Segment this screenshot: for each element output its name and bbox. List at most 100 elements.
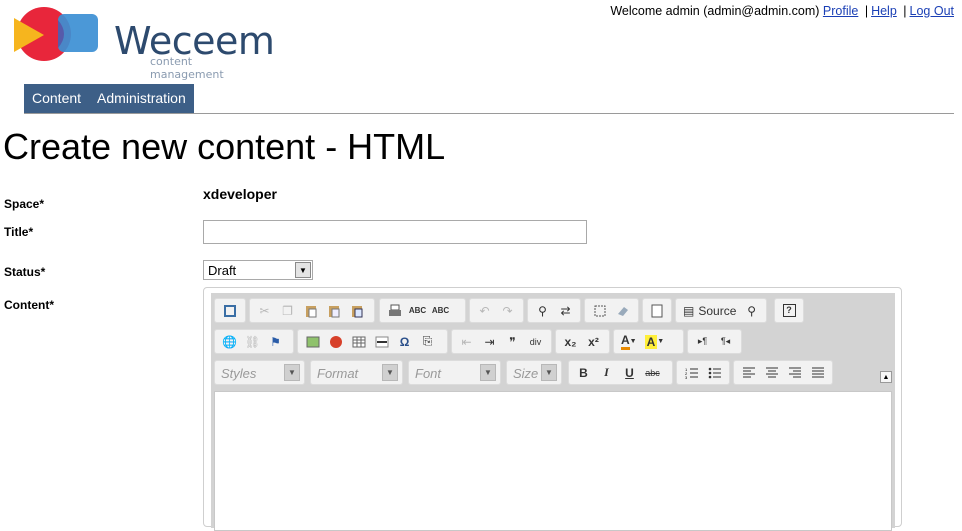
tab-administration[interactable]: Administration bbox=[89, 84, 194, 113]
subscript-icon[interactable]: x₂ bbox=[559, 332, 582, 352]
replace-icon[interactable]: ⇄ bbox=[554, 301, 577, 321]
outdent-icon[interactable]: ⇤ bbox=[455, 332, 478, 352]
bold-icon[interactable]: B bbox=[572, 363, 595, 383]
title-input[interactable] bbox=[203, 220, 587, 244]
rtl-icon[interactable]: ¶◂ bbox=[714, 332, 737, 352]
toolbar-group: ✂ ❐ bbox=[249, 298, 375, 323]
horizontal-rule-icon[interactable] bbox=[370, 332, 393, 352]
toolbar-group: 123 bbox=[676, 360, 730, 385]
align-center-icon[interactable] bbox=[760, 363, 783, 383]
toolbar-group bbox=[733, 360, 833, 385]
toolbar-group: A ▼ A ▼ bbox=[613, 329, 684, 354]
chevron-down-icon[interactable]: ▼ bbox=[541, 364, 557, 381]
help-icon[interactable]: ? bbox=[778, 301, 800, 321]
logout-link[interactable]: Log Out bbox=[910, 4, 954, 18]
status-select[interactable]: Draft ▼ bbox=[203, 260, 313, 280]
copy-icon[interactable]: ❐ bbox=[276, 301, 299, 321]
strikethrough-icon[interactable]: abc bbox=[641, 363, 664, 383]
help-link[interactable]: Help bbox=[871, 4, 897, 18]
align-left-icon[interactable] bbox=[737, 363, 760, 383]
ltr-icon[interactable]: ▸¶ bbox=[691, 332, 714, 352]
size-combo[interactable]: Size ▼ bbox=[506, 360, 562, 385]
remove-format-icon[interactable] bbox=[611, 301, 634, 321]
toolbar-group: ⚲ ⇄ bbox=[527, 298, 581, 323]
underline-icon[interactable]: U bbox=[618, 363, 641, 383]
editor-content-area[interactable] bbox=[214, 391, 892, 531]
find-icon[interactable]: ⚲ bbox=[531, 301, 554, 321]
toolbar-group: ⇤ ⇥ ❞ div bbox=[451, 329, 552, 354]
toolbar-group: ▤ Source ⚲ bbox=[675, 298, 767, 323]
align-right-icon[interactable] bbox=[783, 363, 806, 383]
separator: | bbox=[864, 4, 869, 18]
superscript-icon[interactable]: x² bbox=[582, 332, 605, 352]
logo-mark-icon bbox=[14, 7, 98, 61]
justify-icon[interactable] bbox=[806, 363, 829, 383]
svg-text:3: 3 bbox=[685, 375, 688, 380]
create-div-icon[interactable]: div bbox=[524, 332, 547, 352]
new-page-icon[interactable] bbox=[646, 301, 668, 321]
weceem-logo[interactable]: Weceem content management bbox=[12, 6, 275, 81]
undo-icon[interactable]: ↶ bbox=[473, 301, 496, 321]
background-color-icon[interactable]: A ▼ bbox=[641, 332, 669, 352]
profile-link[interactable]: Profile bbox=[823, 4, 858, 18]
text-color-icon[interactable]: A ▼ bbox=[617, 332, 641, 352]
rich-text-editor: ✂ ❐ ABC ABC ↶ ↷ ⚲ ⇄ ▤ Source ⚲ ? 🌐 ⛓ ⚑ Ω… bbox=[203, 287, 902, 531]
toolbar-group: Ω ⎘ bbox=[297, 329, 448, 354]
flash-icon[interactable] bbox=[324, 332, 347, 352]
paste-icon[interactable] bbox=[299, 301, 322, 321]
italic-icon[interactable]: I bbox=[595, 363, 618, 383]
main-nav: Content Administration bbox=[24, 84, 194, 113]
status-label: Status* bbox=[4, 265, 46, 279]
special-char-icon[interactable]: Ω bbox=[393, 332, 416, 352]
font-combo-label: Font bbox=[415, 366, 442, 381]
link-icon[interactable]: 🌐 bbox=[218, 332, 241, 352]
toolbar-group: ↶ ↷ bbox=[469, 298, 524, 323]
user-bar: Welcome admin (admin@admin.com) Profile … bbox=[610, 4, 954, 18]
unlink-icon[interactable]: ⛓ bbox=[241, 332, 264, 352]
size-combo-label: Size bbox=[513, 366, 539, 381]
separator: | bbox=[903, 4, 907, 18]
toolbar-group: x₂ x² bbox=[555, 329, 610, 354]
status-value: Draft bbox=[208, 263, 237, 278]
blockquote-icon[interactable]: ❞ bbox=[501, 332, 524, 352]
styles-combo-label: Styles bbox=[221, 366, 257, 381]
toolbar-group bbox=[214, 298, 246, 323]
toolbar-group: 🌐 ⛓ ⚑ bbox=[214, 329, 294, 354]
spellcheck-icon[interactable]: ABC bbox=[406, 301, 429, 321]
cut-icon[interactable]: ✂ bbox=[253, 301, 276, 321]
preview-icon[interactable]: ⚲ bbox=[740, 301, 763, 321]
paste-word-icon[interactable] bbox=[345, 301, 368, 321]
format-combo[interactable]: Format ▼ bbox=[310, 360, 403, 385]
styles-combo[interactable]: Styles ▼ bbox=[214, 360, 305, 385]
indent-icon[interactable]: ⇥ bbox=[478, 332, 501, 352]
chevron-down-icon[interactable]: ▼ bbox=[295, 262, 311, 278]
toolbar-group bbox=[584, 298, 639, 323]
page-break-icon[interactable]: ⎘ bbox=[416, 332, 439, 352]
chevron-down-icon[interactable]: ▼ bbox=[480, 364, 496, 381]
table-icon[interactable] bbox=[347, 332, 370, 352]
select-all-icon[interactable] bbox=[588, 301, 611, 321]
space-label: Space* bbox=[4, 197, 45, 211]
spellcheck-as-you-type-icon[interactable]: ABC bbox=[429, 301, 452, 321]
paste-text-icon[interactable] bbox=[322, 301, 345, 321]
brand-tagline: content management bbox=[150, 55, 224, 81]
maximize-icon[interactable] bbox=[218, 301, 241, 321]
editor-toolbar-area: ✂ ❐ ABC ABC ↶ ↷ ⚲ ⇄ ▤ Source ⚲ ? 🌐 ⛓ ⚑ Ω… bbox=[211, 293, 895, 531]
redo-icon[interactable]: ↷ bbox=[496, 301, 519, 321]
toolbar-group: ▸¶ ¶◂ bbox=[687, 329, 742, 354]
numbered-list-icon[interactable]: 123 bbox=[680, 363, 703, 383]
source-button[interactable]: ▤ Source bbox=[679, 301, 740, 321]
anchor-icon[interactable]: ⚑ bbox=[264, 332, 287, 352]
welcome-text: Welcome admin (admin@admin.com) bbox=[610, 4, 820, 18]
bulleted-list-icon[interactable] bbox=[703, 363, 726, 383]
font-combo[interactable]: Font ▼ bbox=[408, 360, 501, 385]
chevron-down-icon[interactable]: ▼ bbox=[284, 364, 300, 381]
page-title: Create new content - HTML bbox=[3, 126, 446, 167]
toolbar-collapse-icon[interactable]: ▲ bbox=[880, 371, 892, 383]
tab-content[interactable]: Content bbox=[24, 84, 89, 113]
chevron-down-icon[interactable]: ▼ bbox=[382, 364, 398, 381]
print-icon[interactable] bbox=[383, 301, 406, 321]
toolbar-group: ABC ABC bbox=[379, 298, 466, 323]
toolbar-group: ? bbox=[774, 298, 804, 323]
image-icon[interactable] bbox=[301, 332, 324, 352]
